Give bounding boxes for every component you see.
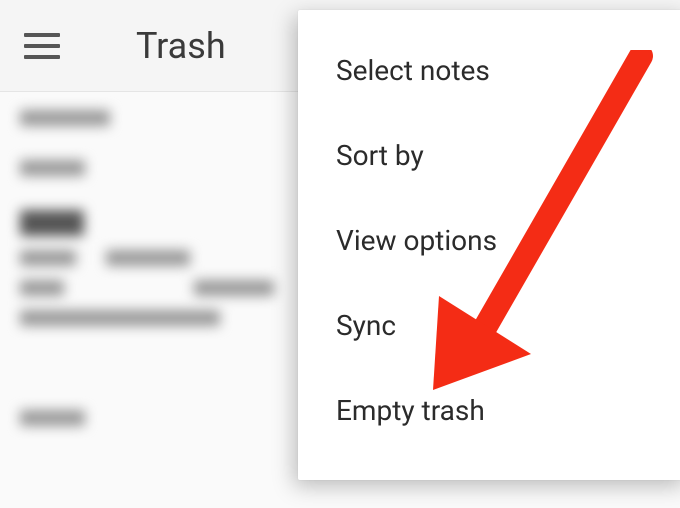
menu-item-view-options[interactable]: View options: [298, 198, 680, 283]
overflow-menu-popup: Select notes Sort by View options Sync E…: [298, 10, 680, 480]
page-title: Trash: [136, 25, 226, 67]
menu-item-sort-by[interactable]: Sort by: [298, 113, 680, 198]
menu-item-select-notes[interactable]: Select notes: [298, 28, 680, 113]
menu-item-sync[interactable]: Sync: [298, 283, 680, 368]
hamburger-icon[interactable]: [24, 26, 64, 66]
menu-item-empty-trash[interactable]: Empty trash: [298, 368, 680, 453]
